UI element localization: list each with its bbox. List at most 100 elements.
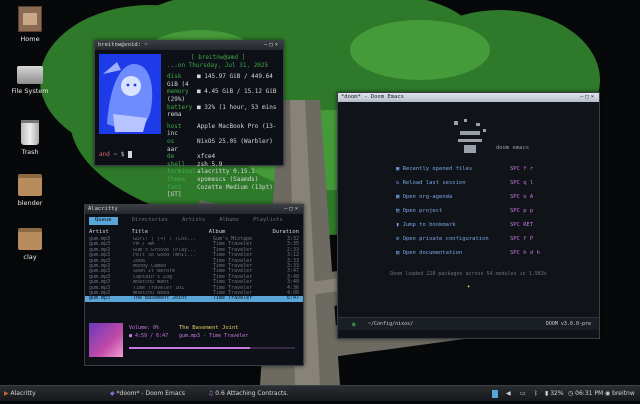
desktop-icon-clay[interactable]: clay: [0, 228, 60, 261]
info-row-theme: theme xpomescs (Saamds): [167, 175, 259, 183]
volume-icon[interactable]: ◀: [506, 386, 511, 401]
prompt-path: ~ $: [113, 151, 125, 158]
info-row-font: font Cozette Medium (13pt) [GT]: [167, 183, 273, 199]
close-icon[interactable]: ×: [275, 42, 280, 48]
folder-icon: [18, 228, 42, 250]
window-title: *doom* - Doom Emacs: [341, 94, 404, 100]
menu-jump-bookmark[interactable]: ▮ Jump to bookmark: [396, 222, 456, 228]
menu-private-config[interactable]: ⚙ Open private configuration: [396, 236, 489, 242]
menu-org-agenda[interactable]: ▦ Open org-agenda: [396, 194, 452, 200]
desktop-icon-label: File System: [11, 87, 49, 95]
desktop-icon-blender[interactable]: blender: [0, 174, 60, 207]
volume-readout: Volume: 0%: [129, 325, 160, 331]
close-icon[interactable]: ×: [295, 206, 300, 212]
keybinding: SPC f r: [510, 166, 534, 172]
bookmark-icon: ▮: [396, 222, 403, 228]
queue-header: Artist Title Album Duration: [89, 229, 299, 235]
keybinding: SPC h d h: [510, 250, 540, 256]
tab-queue[interactable]: Queue: [89, 217, 118, 225]
taskbar: ▶ Alacritty ◆ *doom* - Doom Emacs ♫ 0.6 …: [0, 385, 640, 401]
doom-heart-icon: ✦: [466, 283, 471, 290]
menu-documentation[interactable]: ▥ Open documentation: [396, 250, 462, 256]
modeline-path: ~/Config/nixos/: [368, 321, 414, 327]
desktop-icon-trash[interactable]: Trash: [0, 120, 60, 156]
desktop-icon-file-system[interactable]: File System: [0, 66, 60, 95]
battery-status[interactable]: ▮ 32%: [545, 386, 564, 401]
window-titlebar[interactable]: Alacritty –□×: [85, 205, 303, 214]
menu-recent-files[interactable]: ▣ Recently opened files: [396, 166, 472, 172]
clock[interactable]: ◷ 06:31 PM: [568, 386, 603, 401]
info-row-de: de xfce4: [167, 153, 216, 161]
prompt-user: and: [99, 151, 110, 158]
desktop-icon-home[interactable]: Home: [0, 6, 60, 43]
music-player-window[interactable]: Alacritty –□× Queue Directories Artists …: [84, 204, 304, 366]
bluetooth-icon[interactable]: ᛒ: [534, 386, 538, 401]
anime-ascii-art-image: [99, 54, 161, 134]
info-row-disk: disk ■ 145.97 GiB / 449.64 GiB (4: [167, 73, 273, 88]
album-art-image: [89, 323, 123, 357]
modeline-version: DOOM v3.0.0-pre: [545, 321, 591, 327]
tab-albums[interactable]: Albums: [219, 217, 239, 225]
keybinding: SPC o A: [510, 194, 534, 200]
keybinding: SPC f P: [510, 236, 534, 242]
info-row-os: os NixOS 25.05 (Warbler) aar: [167, 137, 273, 153]
desktop-icon-label: clay: [23, 253, 37, 261]
taskbar-item-doom-emacs[interactable]: ◆ *doom* - Doom Emacs: [110, 386, 185, 401]
trash-icon: [21, 120, 39, 145]
date-line: ...on Thursday, Jul 31, 2025: [167, 61, 269, 69]
folder-icon: ▤: [396, 208, 403, 214]
doom-loaded-message: Doom loaded 228 packages across 54 modul…: [390, 271, 547, 277]
neofetch-terminal-window[interactable]: breitnw@void: ~ –□× [ breitnw@amd ] ...o…: [94, 40, 284, 198]
system-info: [ breitnw@amd ] ...on Thursday, Jul 31, …: [167, 54, 283, 199]
gear-icon: ⚙: [396, 236, 403, 242]
window-title: Alacritty: [88, 206, 118, 212]
tab-artists[interactable]: Artists: [182, 217, 205, 225]
user-host-header: [ breitnw@amd ]: [191, 54, 246, 61]
progress-bar-fill: [129, 347, 251, 349]
player-tabs: Queue Directories Artists Albums Playlis…: [85, 217, 303, 225]
now-playing-artist-album: gum.mp3 - Time Traveler: [179, 333, 249, 339]
home-folder-icon: [18, 6, 42, 32]
playback-time: ■ 4:59 / 6:47: [129, 333, 169, 339]
keybinding: SPC q l: [510, 180, 534, 186]
menu-reload-session[interactable]: ↻ Reload last session: [396, 180, 466, 186]
menu-open-project[interactable]: ▤ Open project: [396, 208, 442, 214]
file-icon: ▣: [396, 166, 403, 172]
doom-emacs-window[interactable]: *doom* - Doom Emacs –□× doom emacs ▣ Rec…: [337, 92, 600, 339]
close-icon[interactable]: ×: [591, 94, 596, 100]
keybinding: SPC p p: [510, 208, 534, 214]
evil-state-icon: ◉: [352, 321, 356, 328]
window-titlebar[interactable]: breitnw@void: ~ –□×: [95, 41, 283, 50]
desktop-icon-label: Home: [20, 35, 40, 43]
window-title: breitnw@void: ~: [98, 42, 148, 48]
calendar-icon: ▦: [396, 194, 403, 200]
keybinding: SPC RET: [510, 222, 534, 228]
tab-directories[interactable]: Directories: [132, 217, 168, 225]
taskbar-item-alacritty[interactable]: ▶ Alacritty: [4, 386, 36, 401]
desktop-icon-label: Trash: [21, 148, 39, 156]
tab-playlists[interactable]: Playlists: [253, 217, 283, 225]
drive-icon: [17, 66, 43, 84]
taskbar-item-music[interactable]: ♫ 0.6 Attaching Contracts.: [208, 386, 288, 401]
queue-list: gum.mp3 Gurl! ( (➜) ) (Cos... Gum's Mixtap…: [85, 236, 303, 302]
window-titlebar[interactable]: *doom* - Doom Emacs –□×: [338, 93, 599, 102]
info-row-shell: shell zsh 5.9: [167, 160, 223, 168]
now-playing-title: The Basement Joint: [179, 325, 239, 331]
network-icon[interactable]: [492, 386, 501, 401]
folder-icon: [18, 174, 42, 196]
info-row-battery: battery ■ 32% (1 hour, 53 mins rema: [167, 103, 277, 119]
desktop-icon-label: blender: [17, 199, 43, 207]
progress-bar[interactable]: [129, 347, 295, 349]
display-icon[interactable]: ▭: [520, 386, 526, 401]
modeline: ◉ ~/Config/nixos/ DOOM v3.0.0-pre: [338, 317, 599, 330]
table-row-selected[interactable]: gum.mp3 The Basement Joint Time Traveler 6:…: [85, 295, 303, 302]
info-row-terminal: terminalalacritty 0.15.1: [167, 168, 255, 176]
info-row-host: host Apple MacBook Pro (13-inc: [167, 122, 277, 138]
book-icon: ▥: [396, 250, 403, 256]
doom-logo-text: doom emacs: [496, 145, 530, 151]
user-menu[interactable]: ◉ breitnw: [605, 386, 635, 401]
now-playing-panel: Volume: 0% The Basement Joint ■ 4:59 / 6…: [89, 323, 297, 361]
refresh-icon: ↻: [396, 180, 403, 186]
shell-prompt[interactable]: and ~ $: [99, 151, 132, 158]
doom-logo-ascii-art: [454, 119, 486, 153]
